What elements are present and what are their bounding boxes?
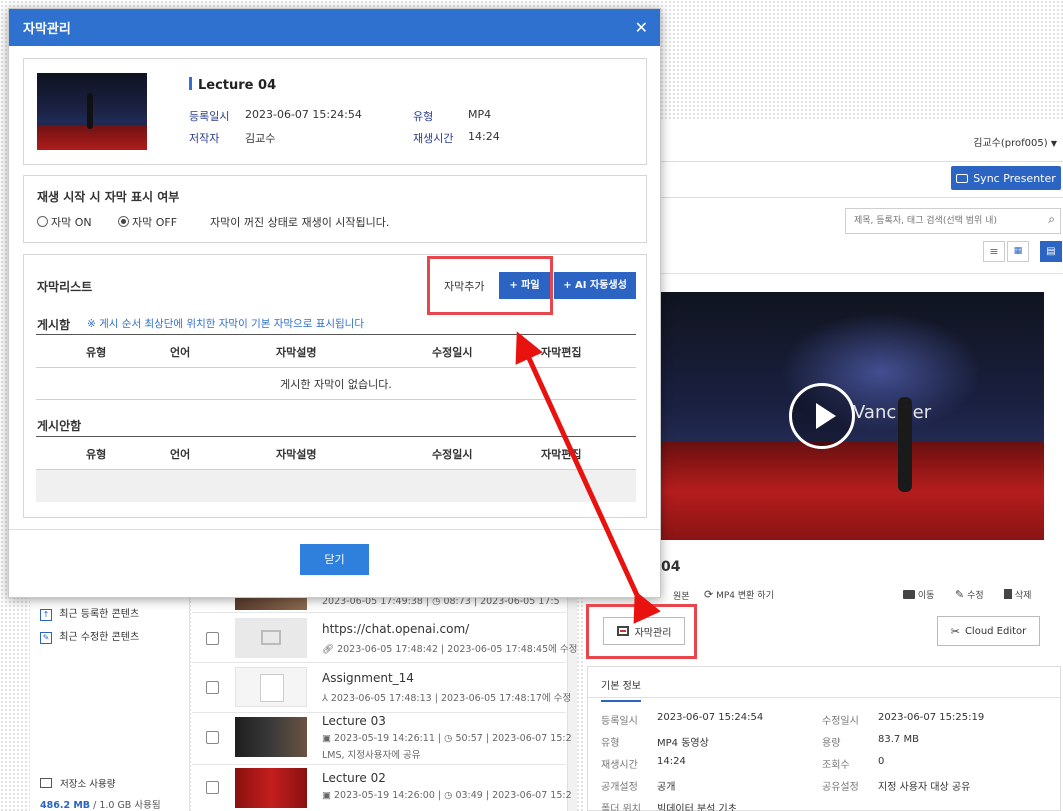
- annotation-arrow: [515, 331, 661, 624]
